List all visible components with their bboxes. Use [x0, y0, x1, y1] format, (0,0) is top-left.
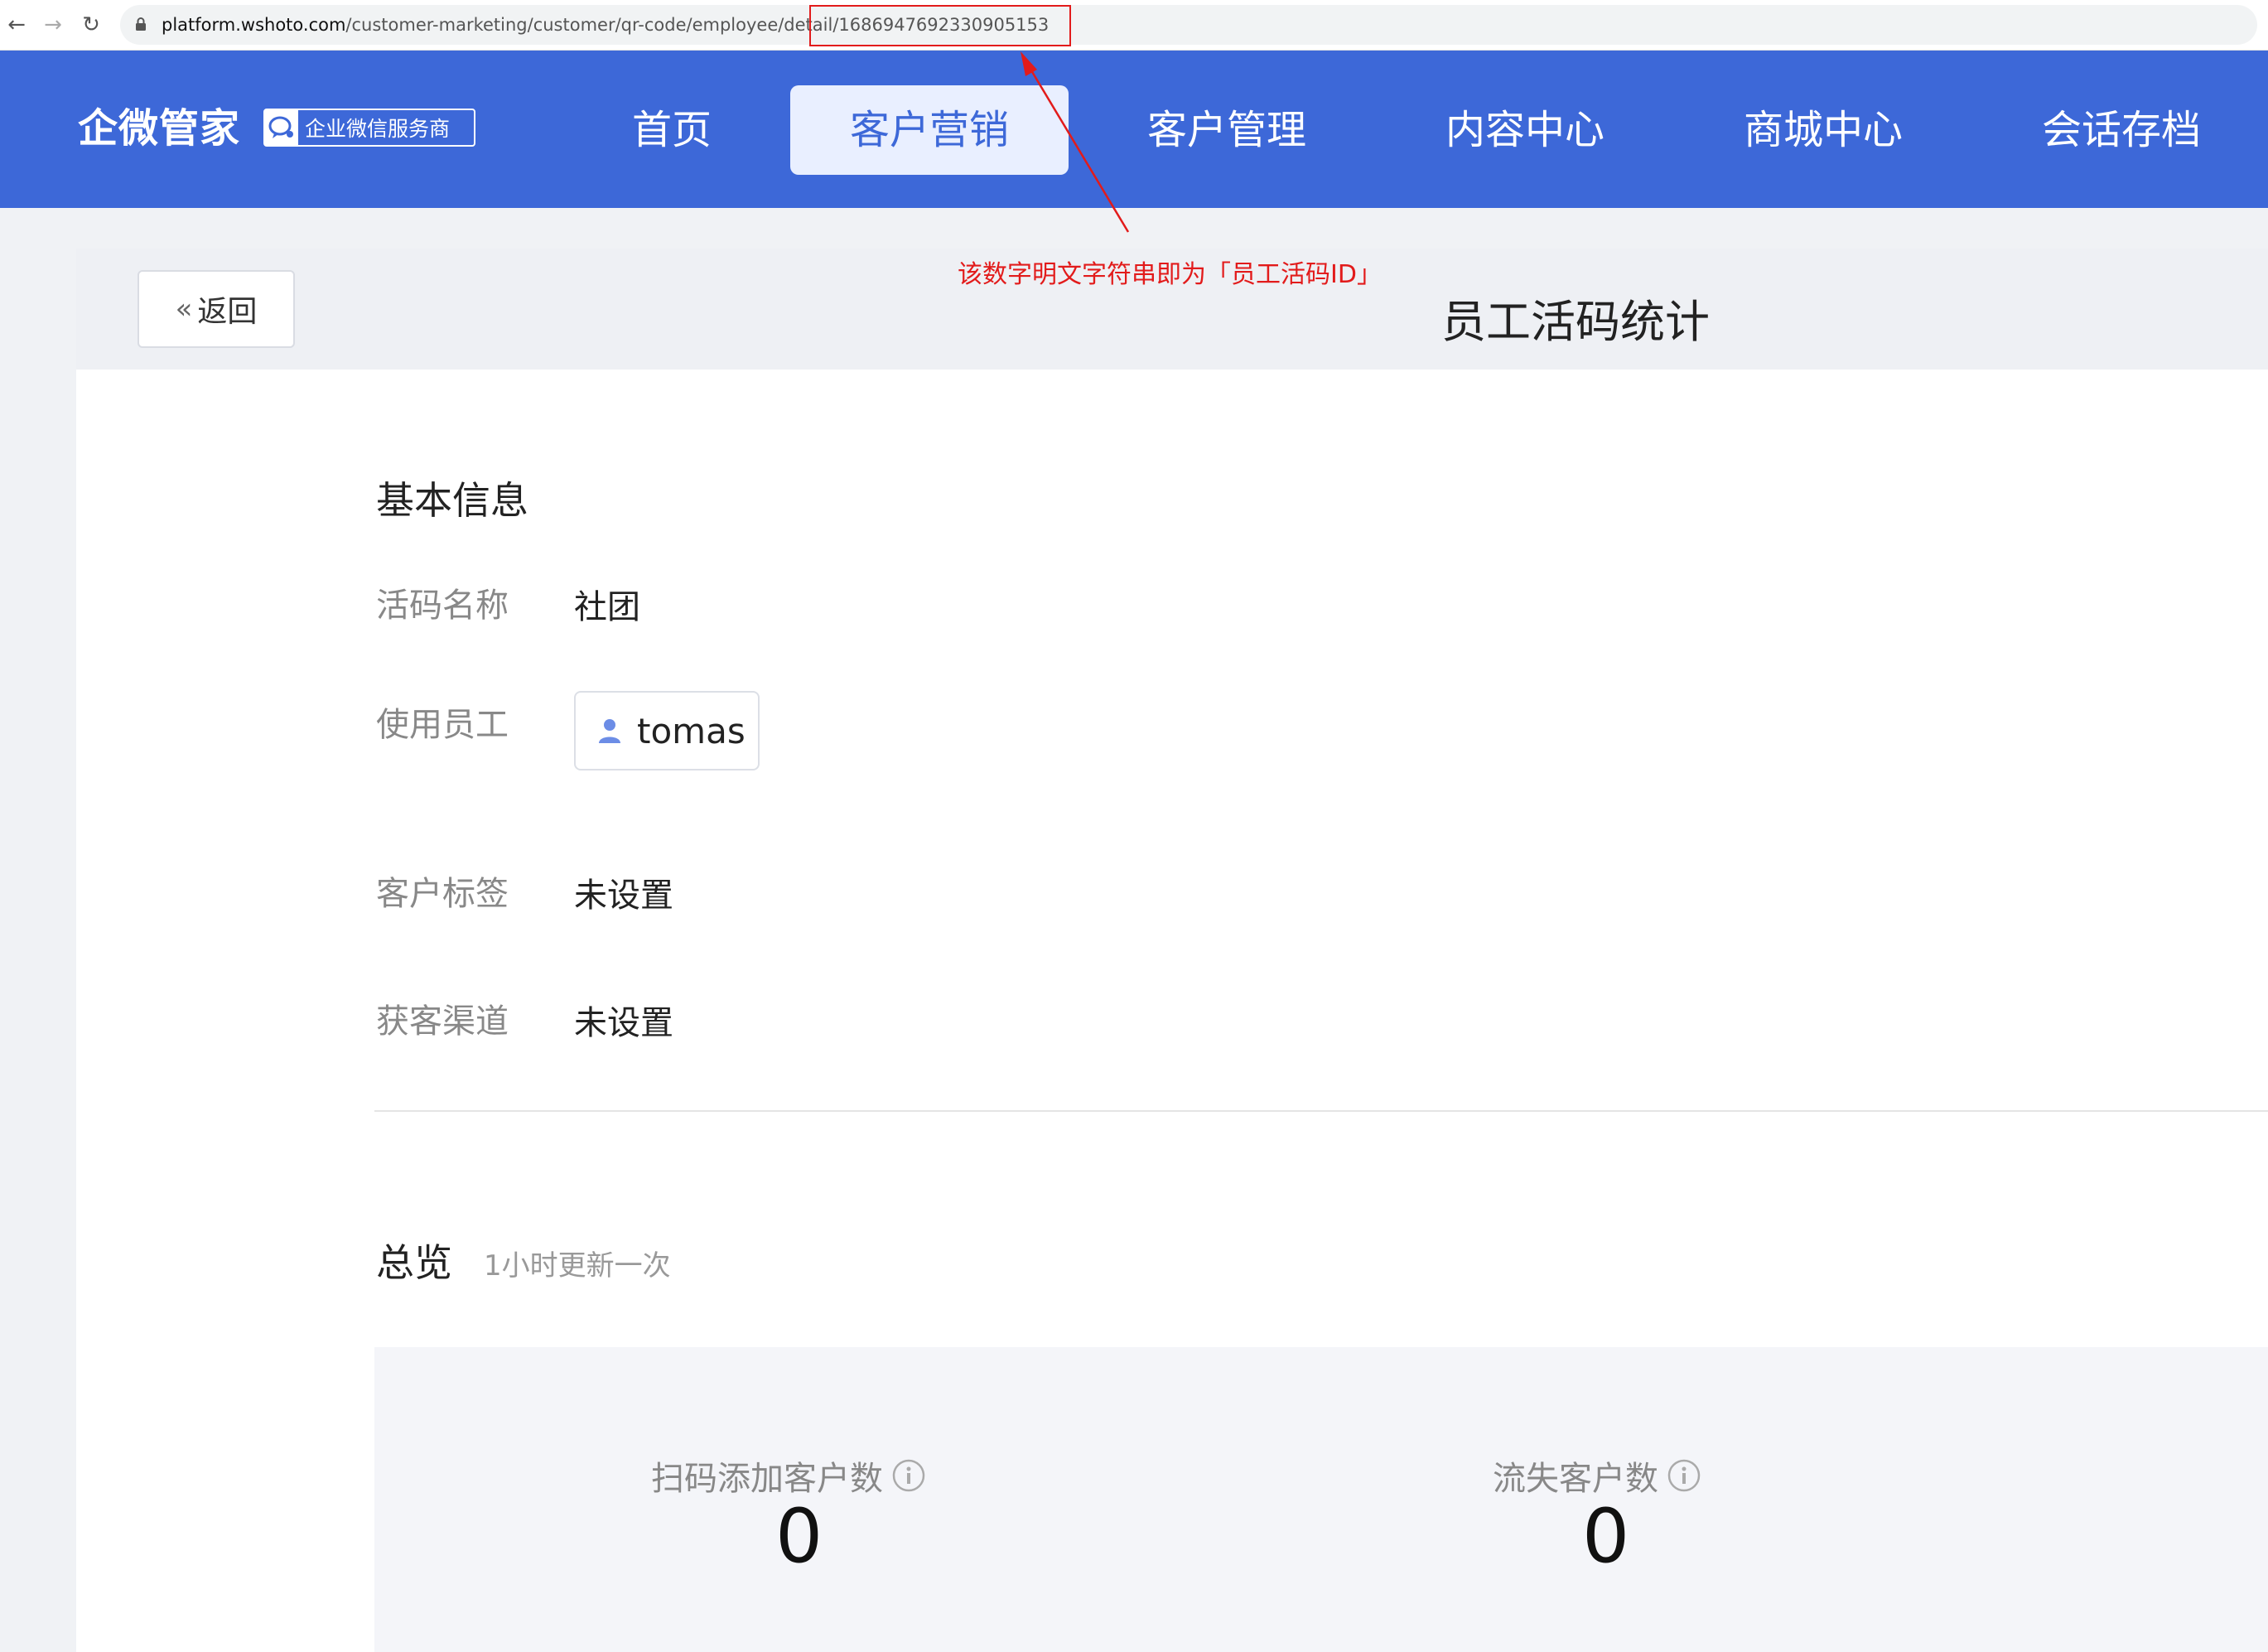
- person-icon: [599, 719, 620, 743]
- page-content: « 返回 员工活码统计 基本信息 活码名称 社团 使用员工 tomas 客户标签…: [76, 249, 2268, 1652]
- overview-title: 总览: [376, 1240, 452, 1285]
- double-chevron-left-icon: «: [175, 292, 193, 326]
- stat-value-lost: 0: [1582, 1493, 1630, 1580]
- badge-label: 企业微信服务商: [305, 117, 451, 141]
- nav-customer-marketing[interactable]: 客户营销: [790, 85, 1069, 175]
- field-label-employee: 使用员工: [376, 706, 509, 744]
- overview-update-note: 1小时更新一次: [484, 1249, 671, 1282]
- app-header: 企微管家 企业微信服务商 首页 客户营销 客户管理 内容中心 商城中心 会话存档: [0, 51, 2268, 208]
- stat-value-scan-added: 0: [775, 1493, 823, 1580]
- url-host: platform.wshoto.com: [162, 15, 346, 35]
- field-label-customer-tags: 客户标签: [376, 875, 509, 913]
- logo: 企微管家: [78, 105, 241, 152]
- lock-icon: [136, 17, 146, 31]
- wecom-chat-icon: [265, 110, 298, 145]
- page-title: 员工活码统计: [1441, 296, 1710, 348]
- service-provider-badge: 企业微信服务商: [263, 109, 475, 147]
- nav-home[interactable]: 首页: [593, 85, 750, 175]
- url-id-highlight-box: [809, 5, 1071, 46]
- reload-icon[interactable]: ↻: [75, 8, 108, 41]
- browser-toolbar: ← → ↻ platform.wshoto.com/customer-marke…: [0, 0, 2268, 51]
- annotation-text: 该数字明文字符串即为「员工活码ID」: [958, 260, 1382, 289]
- nav-mall-center[interactable]: 商城中心: [1703, 85, 1943, 175]
- nav-session-archive[interactable]: 会话存档: [2001, 85, 2241, 175]
- field-value-qr-name: 社团: [574, 588, 640, 626]
- field-value-customer-tags: 未设置: [574, 877, 673, 915]
- field-label-qr-name: 活码名称: [376, 587, 509, 625]
- forward-arrow-icon[interactable]: →: [36, 8, 70, 41]
- nav-content-center[interactable]: 内容中心: [1405, 85, 1645, 175]
- back-button-label: 返回: [197, 295, 258, 329]
- stat-label-lost-text: 流失客户数: [1493, 1460, 1658, 1498]
- back-arrow-icon[interactable]: ←: [0, 8, 33, 41]
- back-button[interactable]: « 返回: [138, 270, 295, 348]
- info-icon[interactable]: [891, 1458, 926, 1493]
- nav-customer-management[interactable]: 客户管理: [1107, 85, 1347, 175]
- info-icon[interactable]: [1667, 1458, 1701, 1493]
- employee-tag: tomas: [574, 691, 760, 770]
- section-divider: [374, 1110, 2268, 1112]
- basic-info-title: 基本信息: [376, 478, 528, 523]
- stat-label-scan-added-text: 扫码添加客户数: [651, 1460, 883, 1498]
- stats-panel: 扫码添加客户数 0 流失客户数 0: [374, 1347, 2268, 1652]
- field-value-channel: 未设置: [574, 1004, 673, 1042]
- address-bar[interactable]: platform.wshoto.com/customer-marketing/c…: [120, 5, 2257, 45]
- employee-name: tomas: [637, 710, 746, 751]
- field-label-channel: 获客渠道: [376, 1002, 509, 1041]
